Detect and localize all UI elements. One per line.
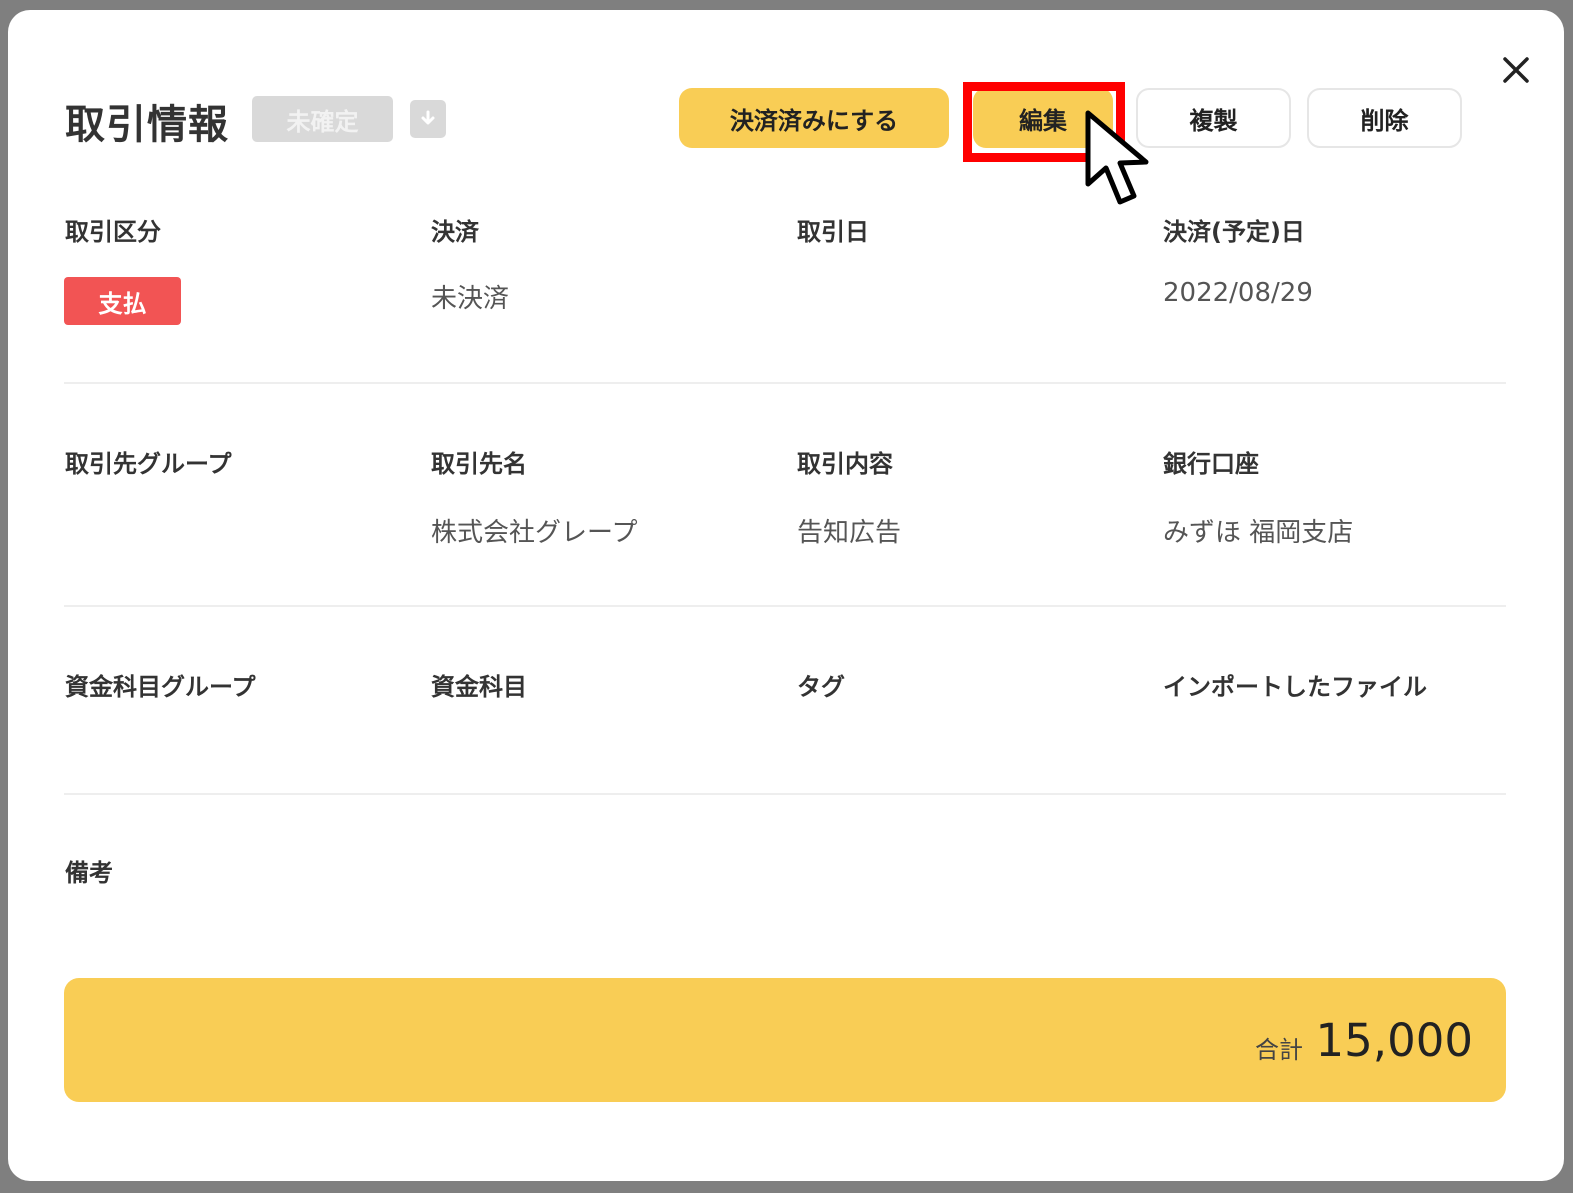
- transaction-content-value: 告知広告: [797, 518, 902, 548]
- imported-file-label: インポートしたファイル: [1163, 673, 1427, 701]
- close-button[interactable]: [1496, 50, 1536, 90]
- partner-name-value: 株式会社グレープ: [431, 518, 638, 548]
- payment-badge: 支払: [64, 277, 181, 325]
- partner-group-label: 取引先グループ: [65, 450, 232, 478]
- tag-label: タグ: [797, 673, 845, 701]
- fund-label: 資金科目: [431, 673, 527, 701]
- settlement-value: 未決済: [431, 284, 510, 314]
- mark-settled-button[interactable]: 決済済みにする: [679, 88, 949, 148]
- transaction-content-label: 取引内容: [797, 450, 893, 478]
- category-label: 取引区分: [65, 218, 161, 246]
- total-bar: 合計 15,000: [64, 978, 1506, 1102]
- notes-label: 備考: [65, 859, 113, 887]
- divider: [64, 793, 1506, 795]
- settlement-label: 決済: [431, 218, 479, 246]
- transaction-detail-modal: 取引情報 未確定 決済済みにする 編集 複製 削除 取引区分 支払 決済 未決済…: [8, 10, 1564, 1181]
- divider: [64, 605, 1506, 607]
- fund-group-label: 資金科目グループ: [65, 673, 256, 701]
- status-badge: 未確定: [252, 96, 393, 142]
- mouse-pointer-icon: [1085, 110, 1149, 205]
- transaction-date-label: 取引日: [797, 218, 869, 246]
- total-label: 合計: [1255, 1036, 1303, 1064]
- partner-name-label: 取引先名: [431, 450, 527, 478]
- due-date-label: 決済(予定)日: [1163, 218, 1305, 246]
- total-value: 15,000: [1315, 1014, 1473, 1067]
- download-icon: [421, 110, 435, 125]
- bank-account-label: 銀行口座: [1163, 450, 1259, 478]
- due-date-value: 2022/08/29: [1163, 278, 1313, 308]
- page-title: 取引情報: [65, 102, 229, 148]
- close-icon: [1503, 57, 1529, 83]
- bank-account-value: みずほ 福岡支店: [1163, 518, 1354, 548]
- download-button[interactable]: [410, 100, 446, 138]
- delete-button[interactable]: 削除: [1307, 88, 1462, 148]
- divider: [64, 382, 1506, 384]
